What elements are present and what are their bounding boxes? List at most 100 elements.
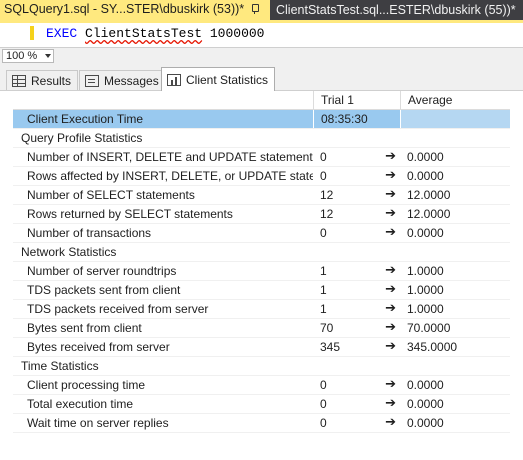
trial-1-value-text: 0: [320, 397, 327, 411]
statistic-row[interactable]: Client processing time 0 ➔ 0.0000: [13, 376, 510, 395]
statistic-name: Number of INSERT, DELETE and UPDATE stat…: [27, 150, 313, 164]
right-arrow-icon: ➔: [385, 301, 396, 316]
statistic-row[interactable]: Bytes sent from client 70 ➔ 70.0000: [13, 319, 510, 338]
average-value: 345.0000: [407, 340, 458, 354]
statistic-row[interactable]: Bytes received from server 345 ➔ 345.0000: [13, 338, 510, 357]
average-value: 0.0000: [407, 397, 444, 411]
trial-1-value: 12 ➔: [313, 186, 400, 204]
statistic-row[interactable]: Client Execution Time 08:35:30: [13, 110, 510, 129]
document-tab-title: ClientStatsTest.sql...ESTER\dbuskirk (55…: [276, 3, 516, 17]
average-value: 12.0000: [407, 188, 451, 202]
header-trial-1[interactable]: Trial 1: [313, 91, 400, 109]
right-arrow-icon: ➔: [385, 263, 396, 278]
trial-1-value: 1 ➔: [313, 262, 400, 280]
horizontal-scrollbar[interactable]: [60, 51, 520, 60]
right-arrow-icon: ➔: [385, 282, 396, 297]
right-arrow-icon: ➔: [385, 320, 396, 335]
average-value: 1.0000: [407, 302, 444, 316]
statistic-row[interactable]: Total execution time 0 ➔ 0.0000: [13, 395, 510, 414]
trial-1-value: 0 ➔: [313, 224, 400, 242]
unsaved-change-marker: [30, 26, 34, 40]
statistic-name: Number of SELECT statements: [27, 188, 195, 202]
statistic-row[interactable]: TDS packets received from server 1 ➔ 1.0000: [13, 300, 510, 319]
trial-1-value-text: 70: [320, 321, 334, 335]
grid-header-row: Trial 1 Average: [13, 91, 510, 110]
right-arrow-icon: ➔: [385, 206, 396, 221]
tab-messages[interactable]: Messages: [79, 70, 166, 90]
statistic-name: Wait time on server replies: [27, 416, 169, 430]
trial-1-value-text: 1: [320, 283, 327, 297]
group-title: Network Statistics: [21, 245, 117, 259]
average-value: 0.0000: [407, 226, 444, 240]
messages-icon: [85, 74, 99, 87]
zoom-value: 100 %: [6, 50, 38, 62]
trial-1-value-text: 0: [320, 226, 327, 240]
average-value: 0.0000: [407, 169, 444, 183]
group-header-row[interactable]: Time Statistics: [13, 357, 510, 376]
trial-1-value: 1 ➔: [313, 300, 400, 318]
trial-1-value-text: 345: [320, 340, 341, 354]
header-average[interactable]: Average: [400, 91, 510, 109]
right-arrow-icon: ➔: [385, 187, 396, 202]
zoom-dropdown[interactable]: 100 %: [2, 49, 54, 63]
statistic-row[interactable]: TDS packets sent from client 1 ➔ 1.0000: [13, 281, 510, 300]
group-header-row[interactable]: Network Statistics: [13, 243, 510, 262]
statistic-row[interactable]: Wait time on server replies 0 ➔ 0.0000: [13, 414, 510, 433]
statistic-row[interactable]: Rows returned by SELECT statements 12 ➔ 12.…: [13, 205, 510, 224]
statistic-row[interactable]: Number of transactions 0 ➔ 0.0000: [13, 224, 510, 243]
trial-1-value: 0 ➔: [313, 395, 400, 413]
average-value: [400, 110, 510, 128]
trial-1-value-text: 1: [320, 302, 327, 316]
right-arrow-icon: ➔: [385, 339, 396, 354]
trial-1-value: 0 ➔: [313, 167, 400, 185]
average-value: 12.0000: [407, 207, 451, 221]
keyword-exec: EXEC: [46, 26, 78, 41]
statistic-name: TDS packets sent from client: [27, 283, 181, 297]
statistics-icon: [167, 73, 181, 86]
results-tab-strip: Results Messages Client Statistics: [0, 64, 523, 91]
chevron-down-icon: [45, 54, 51, 58]
trial-1-value-text: 0: [320, 378, 327, 392]
right-arrow-icon: ➔: [385, 168, 396, 183]
statistic-name: Number of server roundtrips: [27, 264, 177, 278]
tab-results[interactable]: Results: [6, 70, 79, 90]
statistic-name: Rows affected by INSERT, DELETE, or UPDA…: [27, 169, 313, 183]
group-title: Time Statistics: [21, 359, 99, 373]
group-header-row[interactable]: Query Profile Statistics: [13, 129, 510, 148]
document-tab-clientstatstest[interactable]: ClientStatsTest.sql...ESTER\dbuskirk (55…: [270, 0, 523, 20]
trial-1-value: 12 ➔: [313, 205, 400, 223]
trial-1-value-text: 12: [320, 207, 334, 221]
statistic-name: Client processing time: [27, 378, 146, 392]
trial-1-value: 0 ➔: [313, 376, 400, 394]
procedure-argument: 1000000: [209, 26, 265, 41]
statistic-row[interactable]: Number of server roundtrips 1 ➔ 1.0000: [13, 262, 510, 281]
statistic-row[interactable]: Rows affected by INSERT, DELETE, or UPDA…: [13, 167, 510, 186]
grid-icon: [12, 74, 26, 87]
procedure-name: ClientStatsTest: [85, 26, 203, 41]
trial-1-value-text: 0: [320, 169, 327, 183]
pin-icon[interactable]: [250, 4, 260, 14]
trial-1-value-text: 12: [320, 188, 334, 202]
document-tab-sqlquery1[interactable]: SQLQuery1.sql - SY...STER\dbuskirk (53))…: [0, 0, 270, 20]
average-value: 0.0000: [407, 416, 444, 430]
editor-zoom-bar: 100 %: [0, 47, 523, 64]
right-arrow-icon: ➔: [385, 149, 396, 164]
tab-client-statistics[interactable]: Client Statistics: [161, 67, 276, 91]
statistic-name: Number of transactions: [27, 226, 152, 240]
average-value: 1.0000: [407, 264, 444, 278]
average-value: 0.0000: [407, 150, 444, 164]
trial-1-value-text: 0: [320, 150, 327, 164]
client-statistics-grid: Trial 1 Average Client Execution Time 08:…: [13, 91, 510, 433]
query-editor[interactable]: EXEC ClientStatsTest 1000000: [0, 23, 523, 47]
statistic-row[interactable]: Number of INSERT, DELETE and UPDATE stat…: [13, 148, 510, 167]
statistic-name: Bytes sent from client: [27, 321, 142, 335]
right-arrow-icon: ➔: [385, 396, 396, 411]
trial-1-value-text: 0: [320, 416, 327, 430]
trial-1-value: 70 ➔: [313, 319, 400, 337]
average-value: 70.0000: [407, 321, 451, 335]
trial-1-value: 1 ➔: [313, 281, 400, 299]
tab-messages-label: Messages: [104, 73, 159, 88]
group-title: Query Profile Statistics: [21, 131, 143, 145]
statistic-row[interactable]: Number of SELECT statements 12 ➔ 12.0000: [13, 186, 510, 205]
editor-line-1[interactable]: EXEC ClientStatsTest 1000000: [46, 26, 264, 41]
